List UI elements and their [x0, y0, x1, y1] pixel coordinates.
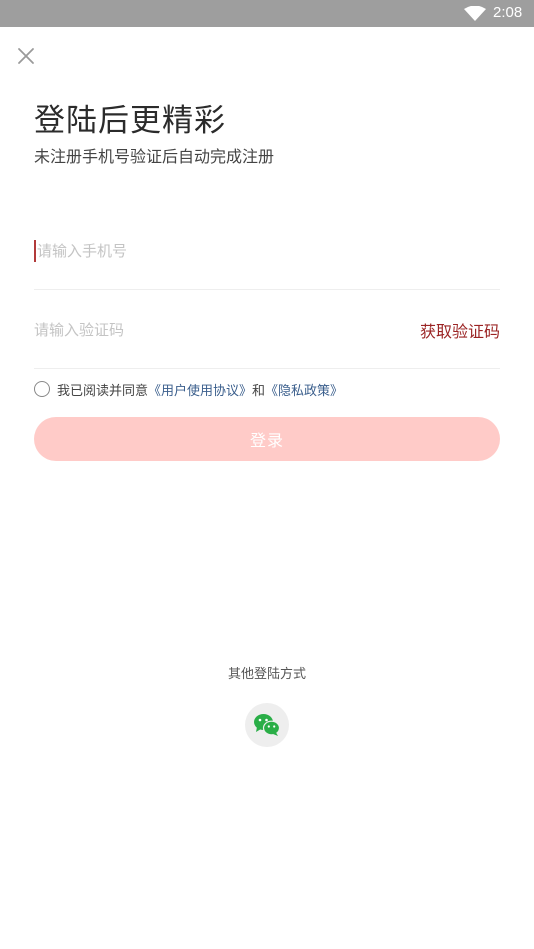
agreement-conjunction: 和	[252, 383, 266, 399]
wechat-login-button[interactable]	[245, 703, 289, 747]
close-button[interactable]	[12, 42, 40, 70]
status-bar: 2:08	[0, 0, 534, 27]
privacy-policy-link[interactable]: 《隐私政策》	[265, 380, 343, 399]
phone-input[interactable]	[37, 235, 397, 267]
code-input[interactable]	[34, 314, 394, 346]
text-caret	[34, 240, 36, 262]
status-time: 2:08	[493, 4, 523, 21]
phone-field	[34, 211, 500, 290]
agreement-row: 我已阅读并同意 《用户使用协议》 和 《隐私政策》	[34, 379, 343, 399]
get-code-button[interactable]: 获取验证码	[420, 318, 500, 342]
login-button[interactable]: 登录	[34, 417, 500, 461]
close-icon	[18, 48, 34, 64]
other-login-label: 其他登陆方式	[227, 667, 306, 682]
page-title: 登陆后更精彩	[34, 103, 226, 139]
wechat-icon	[254, 714, 281, 736]
user-agreement-link[interactable]: 《用户使用协议》	[148, 380, 252, 399]
wifi-icon	[464, 6, 486, 21]
code-field: 获取验证码	[34, 290, 500, 369]
page-subtitle: 未注册手机号验证后自动完成注册	[34, 147, 275, 166]
agreement-radio[interactable]	[34, 381, 50, 397]
agreement-prefix: 我已阅读并同意	[57, 383, 149, 399]
